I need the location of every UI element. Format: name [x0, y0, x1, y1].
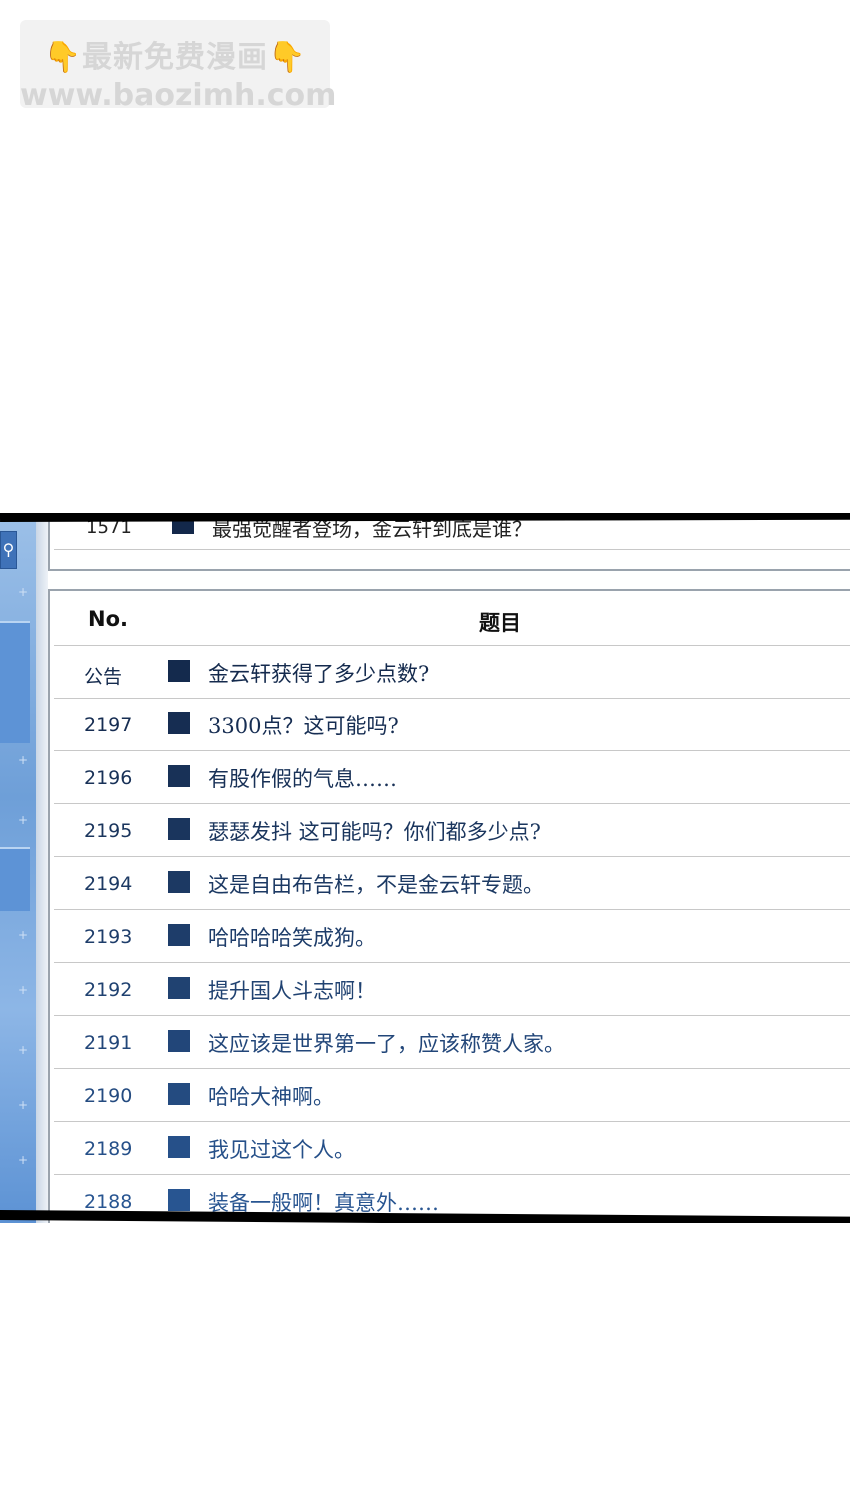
post-number: 公告: [84, 666, 123, 688]
post-number: 2194: [84, 873, 133, 895]
column-header-no: No.: [88, 607, 128, 631]
post-number: 2191: [84, 1032, 133, 1054]
post-title[interactable]: 哈哈哈哈笑成狗。: [208, 922, 376, 952]
post-square-icon: [168, 1189, 190, 1211]
table-row[interactable]: 2191 这应该是世界第一了，应该称赞人家。: [54, 1016, 850, 1069]
sidebar-tab[interactable]: [0, 847, 30, 911]
post-number: 2196: [84, 767, 133, 789]
post-number: 2188: [84, 1191, 133, 1213]
post-square-icon: [168, 924, 190, 946]
table-row[interactable]: 2197 3300点？这可能吗?: [54, 698, 850, 751]
column-header-title: 题目: [479, 611, 521, 635]
pointing-hand-icon: 👇: [43, 40, 82, 75]
post-square-icon: [168, 1136, 190, 1158]
post-square-icon: [168, 871, 190, 893]
post-square-icon: [168, 1030, 190, 1052]
watermark-banner: 👇最新免费漫画👇 www.baozimh.com: [20, 20, 336, 113]
sidebar-tab[interactable]: [0, 621, 30, 743]
search-icon[interactable]: ⚲: [0, 531, 17, 569]
plus-icon: +: [18, 813, 29, 827]
post-number: 2197: [84, 714, 133, 736]
table-row[interactable]: 2193 哈哈哈哈笑成狗。: [54, 910, 850, 963]
post-square-icon: [168, 1083, 190, 1105]
post-title[interactable]: 有股作假的气息……: [208, 763, 397, 793]
sidebar: ⚲ + + + + + + + +: [0, 513, 36, 1223]
post-list: No. 题目 公告 金云轩获得了多少点数? 2197 3300点？这可能吗? 2196 有…: [48, 589, 850, 1223]
table-row[interactable]: 2192 提升国人斗志啊！: [54, 963, 850, 1016]
post-title[interactable]: 瑟瑟发抖 这可能吗？你们都多少点?: [208, 816, 541, 846]
watermark-text: 最新免费漫画: [82, 40, 268, 75]
post-number: 2193: [84, 926, 133, 948]
plus-icon: +: [18, 753, 29, 767]
plus-icon: +: [18, 1153, 29, 1167]
post-square-icon: [168, 977, 190, 999]
post-title[interactable]: 这是自由布告栏，不是金云轩专题。: [208, 869, 544, 899]
pointing-hand-icon: 👇: [268, 40, 307, 75]
table-row[interactable]: 2195 瑟瑟发抖 这可能吗？你们都多少点?: [54, 804, 850, 857]
post-square-icon: [168, 712, 190, 734]
table-row[interactable]: 2190 哈哈大神啊。: [54, 1069, 850, 1122]
plus-icon: +: [18, 1098, 29, 1112]
post-title[interactable]: 哈哈大神啊。: [208, 1081, 334, 1111]
previous-post-box: 1571 最强觉醒者登场，金云轩到底是谁？: [48, 513, 850, 571]
post-square-icon: [168, 660, 190, 682]
post-title[interactable]: 提升国人斗志啊！: [208, 975, 376, 1005]
list-header: No. 题目: [54, 591, 850, 646]
table-row[interactable]: 2189 我见过这个人。: [54, 1122, 850, 1175]
post-title[interactable]: 3300点？这可能吗?: [208, 710, 399, 740]
watermark-title: 👇最新免费漫画👇: [20, 32, 330, 76]
plus-icon: +: [18, 928, 29, 942]
post-title[interactable]: 金云轩获得了多少点数?: [208, 658, 429, 688]
post-title[interactable]: 这应该是世界第一了，应该称赞人家。: [208, 1028, 565, 1058]
post-title[interactable]: 我见过这个人。: [208, 1134, 355, 1164]
post-number: 2192: [84, 979, 133, 1001]
content-border: [36, 513, 48, 1223]
watermark-url: www.baozimh.com: [20, 78, 337, 113]
plus-icon: +: [18, 1043, 29, 1057]
table-row[interactable]: 公告 金云轩获得了多少点数?: [54, 646, 850, 699]
plus-icon: +: [18, 983, 29, 997]
table-row[interactable]: 2194 这是自由布告栏，不是金云轩专题。: [54, 857, 850, 910]
post-square-icon: [168, 818, 190, 840]
plus-icon: +: [18, 585, 29, 599]
comic-panel: ⚲ + + + + + + + + 1571 最强觉醒者登场，金云轩到底是谁？ …: [0, 513, 850, 1223]
table-row[interactable]: 2196 有股作假的气息……: [54, 751, 850, 804]
post-number: 2195: [84, 820, 133, 842]
post-square-icon: [168, 765, 190, 787]
post-square-icon: [172, 521, 194, 534]
post-number: 2189: [84, 1138, 133, 1160]
post-number: 2190: [84, 1085, 133, 1107]
